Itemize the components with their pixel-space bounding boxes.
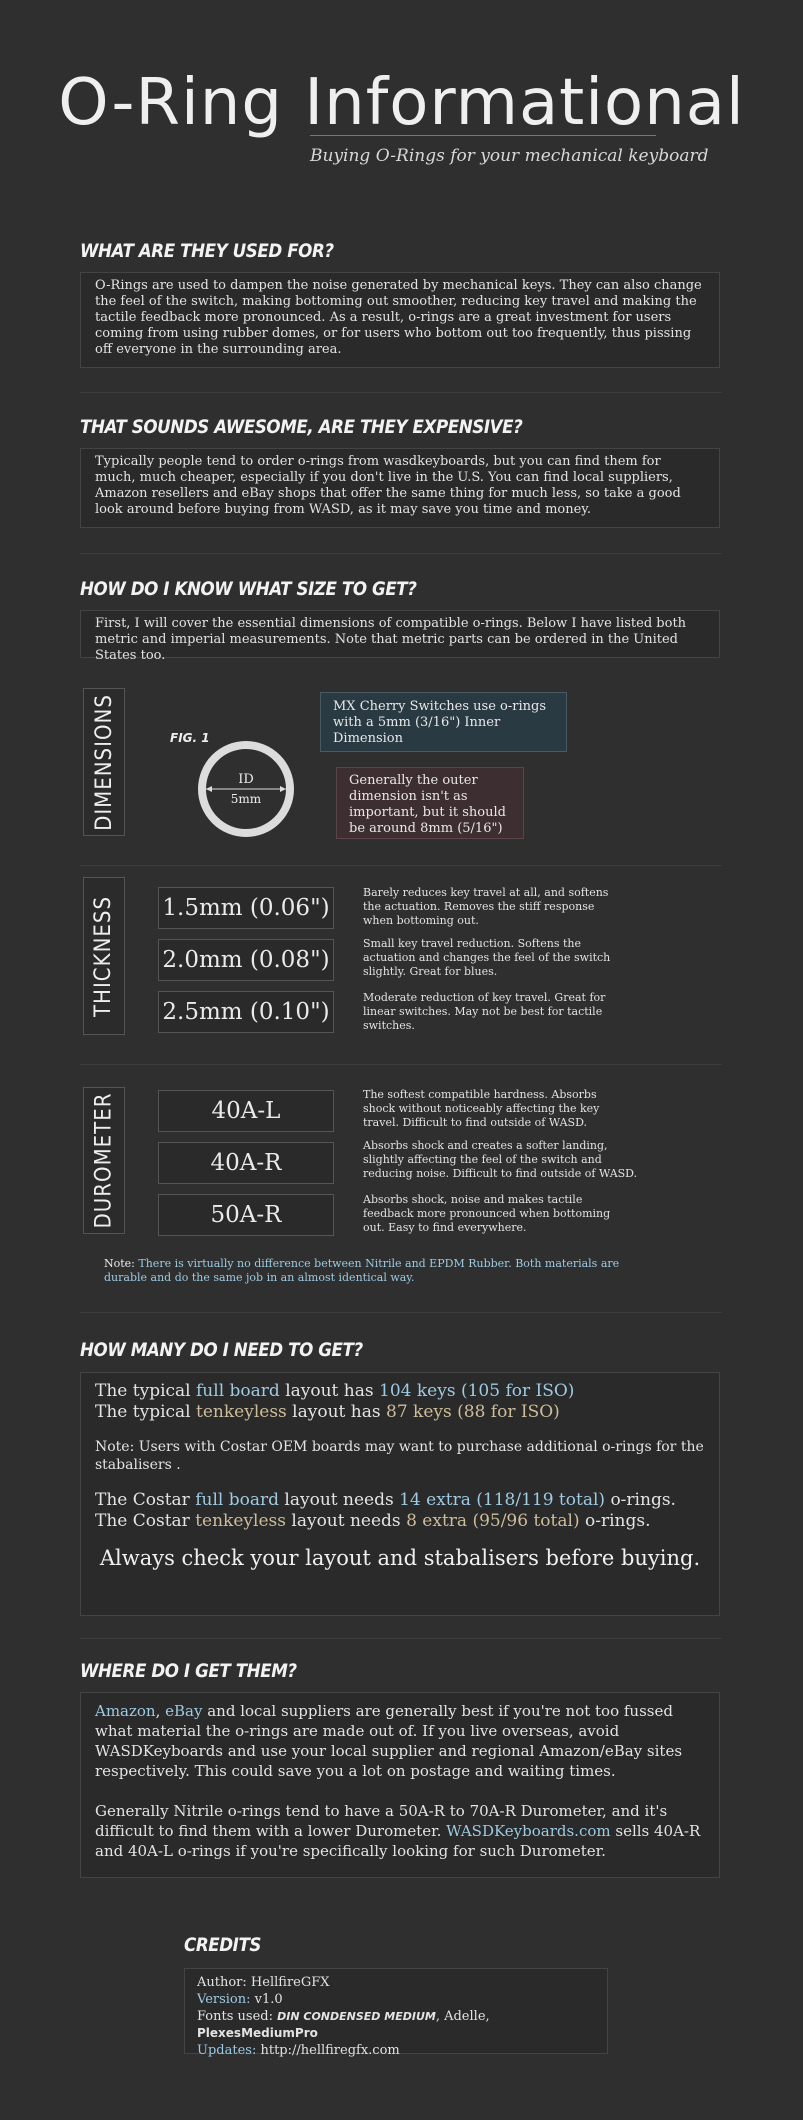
- wasd-link[interactable]: WASDKeyboards.com: [446, 1822, 610, 1840]
- updates-link[interactable]: http://hellfiregfx.com: [260, 2043, 399, 2058]
- note-text: There is virtually no difference between…: [104, 1257, 620, 1284]
- page-title: O-Ring Informational: [58, 66, 745, 140]
- section-divider: [80, 392, 722, 393]
- how-many-box: The typical full board layout has 104 ke…: [80, 1372, 720, 1616]
- durometer-description: Absorbs shock, noise and makes tactile f…: [363, 1193, 611, 1234]
- outer-dimension-callout: Generally the outer dimension isn't as i…: [336, 767, 524, 839]
- where-paragraph-2: Generally Nitrile o-rings tend to have a…: [95, 1802, 701, 1860]
- amazon-link[interactable]: Amazon: [95, 1702, 156, 1720]
- thickness-description: Small key travel reduction. Softens the …: [363, 937, 611, 978]
- where-box: Amazon, eBay and local suppliers are gen…: [80, 1692, 720, 1878]
- durometer-value: 40A-R: [158, 1142, 334, 1184]
- title-divider: [310, 135, 656, 136]
- thickness-label-text: THICKNESS: [91, 895, 117, 1017]
- section-divider: [80, 1064, 722, 1065]
- heading-how-many: HOW MANY DO I NEED TO GET?: [80, 1339, 363, 1361]
- full-board-line: The typical full board layout has 104 ke…: [95, 1381, 575, 1401]
- section-divider: [80, 1638, 722, 1639]
- tenkeyless-line: The typical tenkeyless layout has 87 key…: [95, 1402, 560, 1422]
- credits-version: Version: v1.0: [197, 1992, 283, 2007]
- credits-box: Author: HellfireGFX Version: v1.0 Fonts …: [184, 1968, 608, 2058]
- heading-size: HOW DO I KNOW WHAT SIZE TO GET?: [80, 578, 417, 600]
- section-divider: [80, 553, 722, 554]
- durometer-label-text: DUROMETER: [91, 1092, 117, 1229]
- heading-where: WHERE DO I GET THEM?: [80, 1660, 297, 1682]
- size-box: First, I will cover the essential dimens…: [80, 610, 720, 663]
- costar-note: Note: Users with Costar OEM boards may w…: [95, 1439, 704, 1473]
- durometer-value: 50A-R: [158, 1194, 334, 1236]
- infographic-page: O-Ring Informational Buying O-Rings for …: [0, 0, 803, 2120]
- durometer-label: DUROMETER: [83, 1087, 125, 1234]
- heading-used-for: WHAT ARE THEY USED FOR?: [80, 240, 334, 262]
- thickness-label: THICKNESS: [83, 877, 125, 1035]
- page-subtitle: Buying O-Rings for your mechanical keybo…: [310, 146, 709, 166]
- section-divider: [80, 865, 722, 866]
- thickness-description: Moderate reduction of key travel. Great …: [363, 991, 606, 1032]
- section-divider: [80, 1312, 722, 1313]
- durometer-note: Note: There is virtually no difference b…: [104, 1257, 644, 1285]
- thickness-description: Barely reduces key travel at all, and so…: [363, 886, 609, 927]
- credits-author: Author: HellfireGFX: [197, 1975, 330, 1990]
- inner-dimension-callout: MX Cherry Switches use o-rings with a 5m…: [320, 692, 567, 752]
- dimensions-label: DIMENSIONS: [83, 688, 125, 836]
- note-label: Note:: [104, 1257, 135, 1270]
- costar-full-line: The Costar full board layout needs 14 ex…: [95, 1490, 676, 1510]
- heading-credits: CREDITS: [184, 1934, 262, 1956]
- expensive-box: Typically people tend to order o-rings f…: [80, 448, 720, 528]
- durometer-description: Absorbs shock and creates a softer landi…: [363, 1139, 638, 1180]
- credits-fonts: Fonts used: DIN CONDENSED MEDIUM, Adelle…: [197, 2009, 490, 2040]
- durometer-value: 40A-L: [158, 1090, 334, 1132]
- where-paragraph-1: Amazon, eBay and local suppliers are gen…: [95, 1702, 683, 1780]
- id-value: 5mm: [230, 792, 262, 806]
- thickness-value: 2.5mm (0.10"): [158, 991, 334, 1033]
- thickness-value: 2.0mm (0.08"): [158, 939, 334, 981]
- dimensions-label-text: DIMENSIONS: [91, 693, 117, 831]
- ebay-link[interactable]: eBay: [165, 1702, 202, 1720]
- check-layout-callout: Always check your layout and stabalisers…: [99, 1546, 701, 1570]
- heading-expensive: THAT SOUNDS AWESOME, ARE THEY EXPENSIVE?: [80, 416, 523, 438]
- credits-updates: Updates: http://hellfiregfx.com: [197, 2043, 400, 2058]
- oring-diagram: [198, 741, 294, 837]
- used-for-box: O-Rings are used to dampen the noise gen…: [80, 272, 720, 368]
- durometer-description: The softest compatible hardness. Absorbs…: [363, 1088, 600, 1129]
- id-label: ID: [238, 772, 254, 787]
- thickness-value: 1.5mm (0.06"): [158, 887, 334, 929]
- costar-tkl-line: The Costar tenkeyless layout needs 8 ext…: [95, 1511, 651, 1531]
